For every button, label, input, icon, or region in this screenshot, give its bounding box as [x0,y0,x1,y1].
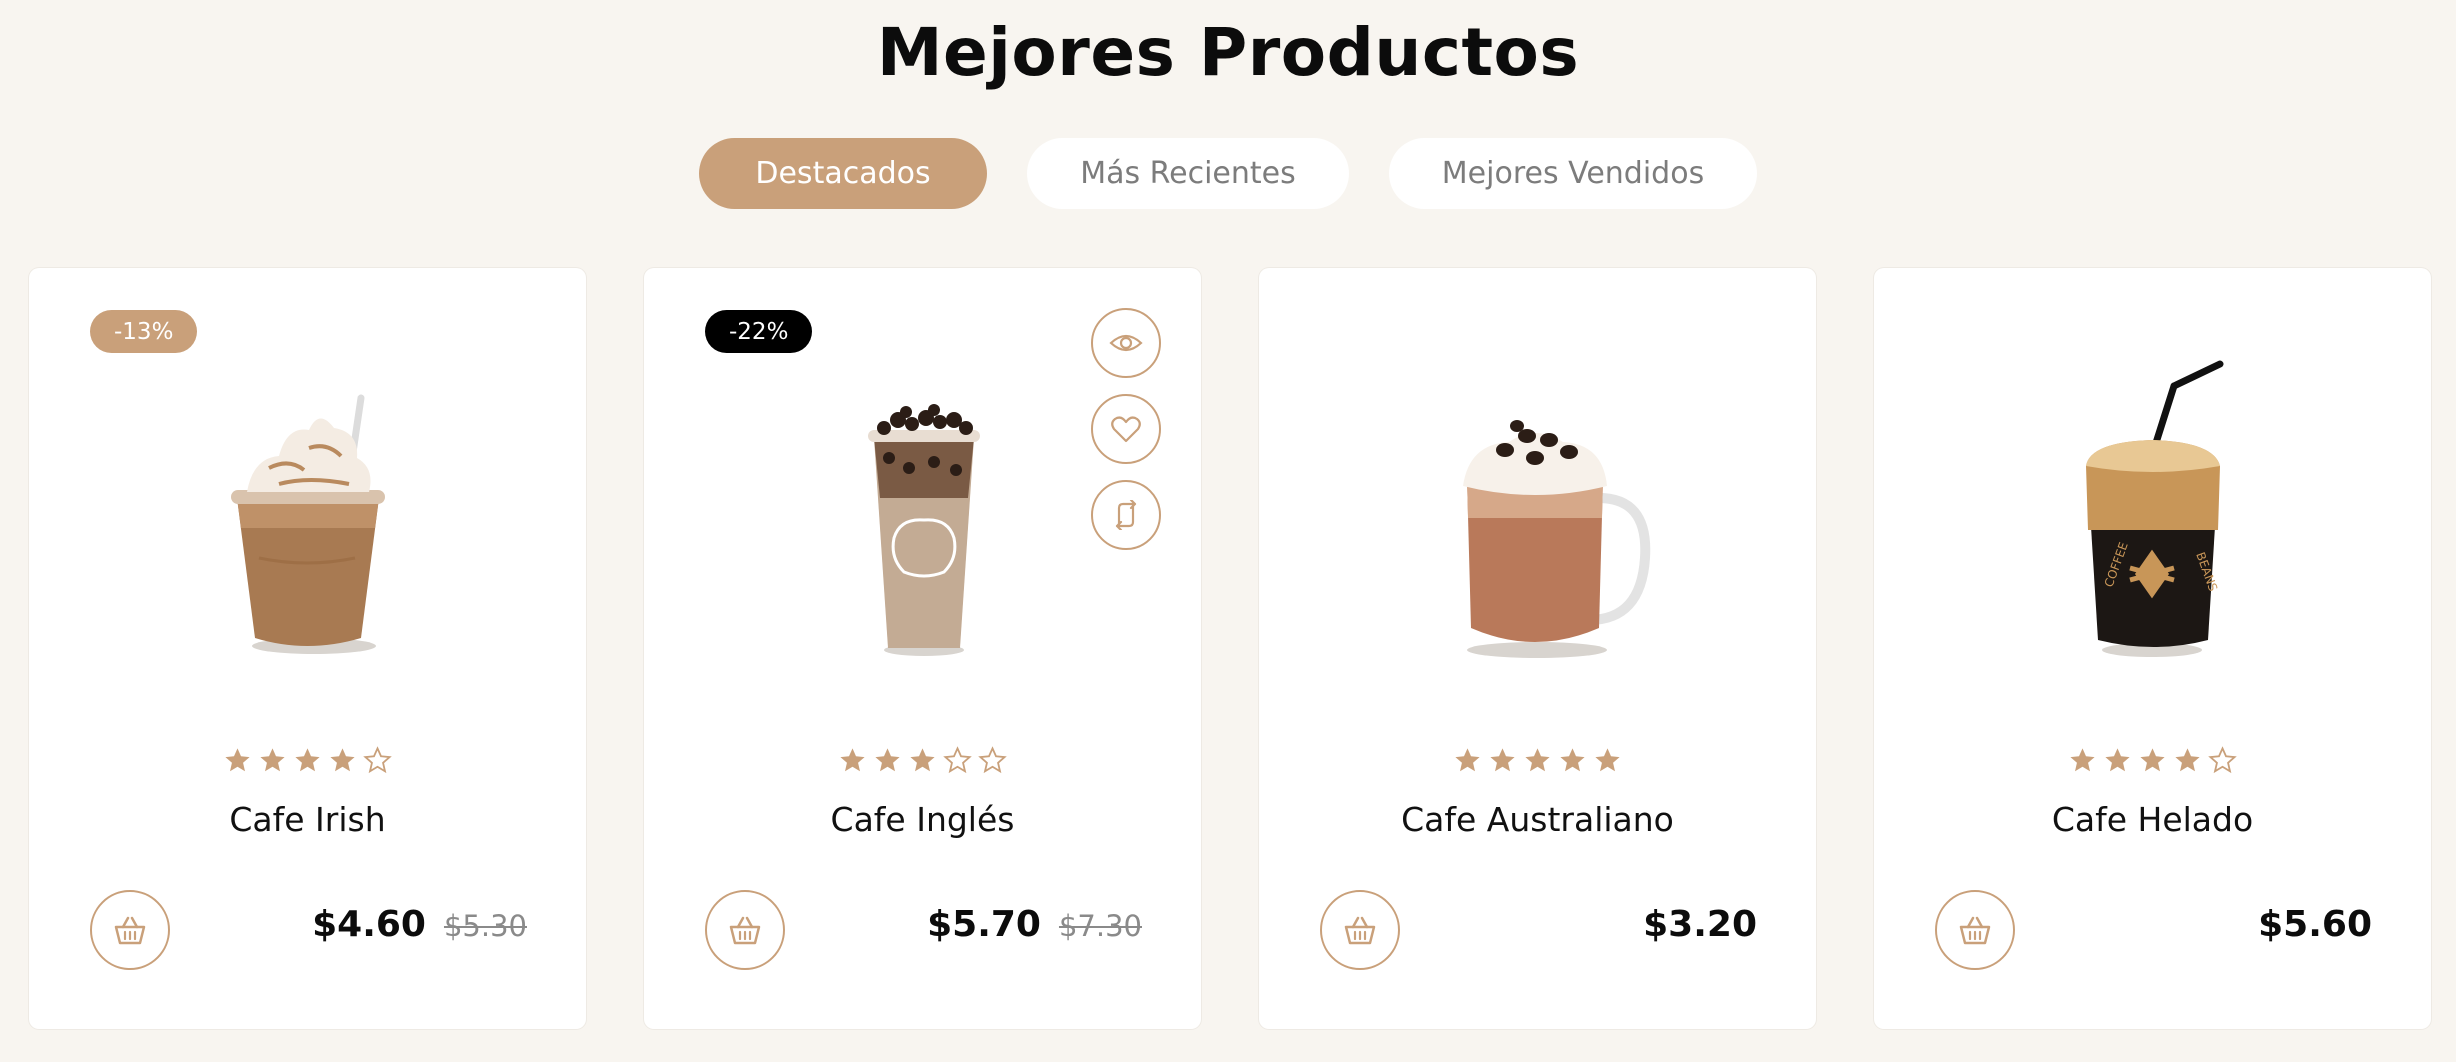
star-empty-icon [363,746,392,774]
old-price: $5.30 [443,909,527,943]
old-price: $7.30 [1058,909,1142,943]
glass-mug-coffee-icon[interactable] [1359,358,1716,678]
star-filled-icon [840,748,865,772]
compare-button[interactable] [1091,480,1161,550]
star-filled-icon [2105,748,2130,772]
rating-stars [644,746,1201,775]
iced-frappe-cup-icon[interactable] [129,358,486,678]
discount-badge: -22% [705,310,813,353]
discount-badge: -13% [90,310,198,353]
star-filled-icon [225,748,250,772]
product-name[interactable]: Cafe Inglés [644,800,1201,839]
eye-icon [1109,334,1143,352]
tab-mas-recientes[interactable]: Más Recientes [1027,138,1349,209]
price-group: $5.70 $7.30 [927,904,1142,945]
product-card[interactable]: -13% Cafe Irish $4.60 $5.30 [29,268,586,1029]
star-filled-icon [910,748,935,772]
star-filled-icon [1560,748,1585,772]
star-filled-icon [295,748,320,772]
star-filled-icon [875,748,900,772]
product-name[interactable]: Cafe Helado [1874,800,2431,839]
basket-icon [1959,916,1991,945]
rating-stars [1259,746,1816,775]
product-name[interactable]: Cafe Australiano [1259,800,1816,839]
card-actions [1091,308,1161,550]
current-price: $5.60 [2258,904,2372,945]
product-card[interactable]: Cafe Australiano $3.20 [1259,268,1816,1029]
basket-icon [729,916,761,945]
product-name[interactable]: Cafe Irish [29,800,586,839]
basket-icon [114,916,146,945]
star-empty-icon [978,746,1007,774]
current-price: $4.60 [312,904,426,945]
compare-arrows-icon [1115,500,1137,530]
current-price: $3.20 [1643,904,1757,945]
product-card[interactable]: COFFEE BEANS Cafe Helado $5.60 [1874,268,2431,1029]
star-filled-icon [260,748,285,772]
price-group: $5.60 [2258,904,2372,945]
star-filled-icon [1525,748,1550,772]
star-filled-icon [2140,748,2165,772]
section-title: Mejores Productos [876,14,1580,91]
tab-destacados[interactable]: Destacados [699,138,987,209]
star-empty-icon [943,746,972,774]
basket-icon [1344,916,1376,945]
product-card[interactable]: -22% Cafe Inglés $5.70 $7.30 [644,268,1201,1029]
price-group: $3.20 [1643,904,1757,945]
star-empty-icon [2208,746,2237,774]
quick-view-button[interactable] [1091,308,1161,378]
current-price: $5.70 [927,904,1041,945]
add-to-cart-button[interactable] [705,890,785,970]
product-tabs: Destacados Más Recientes Mejores Vendido… [0,138,2456,209]
add-to-cart-button[interactable] [1320,890,1400,970]
wishlist-button[interactable] [1091,394,1161,464]
rating-stars [29,746,586,775]
tab-mejores-vendidos[interactable]: Mejores Vendidos [1389,138,1757,209]
star-filled-icon [1490,748,1515,772]
bubble-tea-cup-icon[interactable] [744,358,1101,678]
star-filled-icon [330,748,355,772]
add-to-cart-button[interactable] [1935,890,2015,970]
star-filled-icon [1455,748,1480,772]
star-filled-icon [2175,748,2200,772]
star-filled-icon [2070,748,2095,772]
iced-coffee-straw-icon[interactable]: COFFEE BEANS [1974,358,2331,678]
rating-stars [1874,746,2431,775]
heart-icon [1111,416,1141,443]
price-group: $4.60 $5.30 [312,904,527,945]
add-to-cart-button[interactable] [90,890,170,970]
star-filled-icon [1595,748,1620,772]
